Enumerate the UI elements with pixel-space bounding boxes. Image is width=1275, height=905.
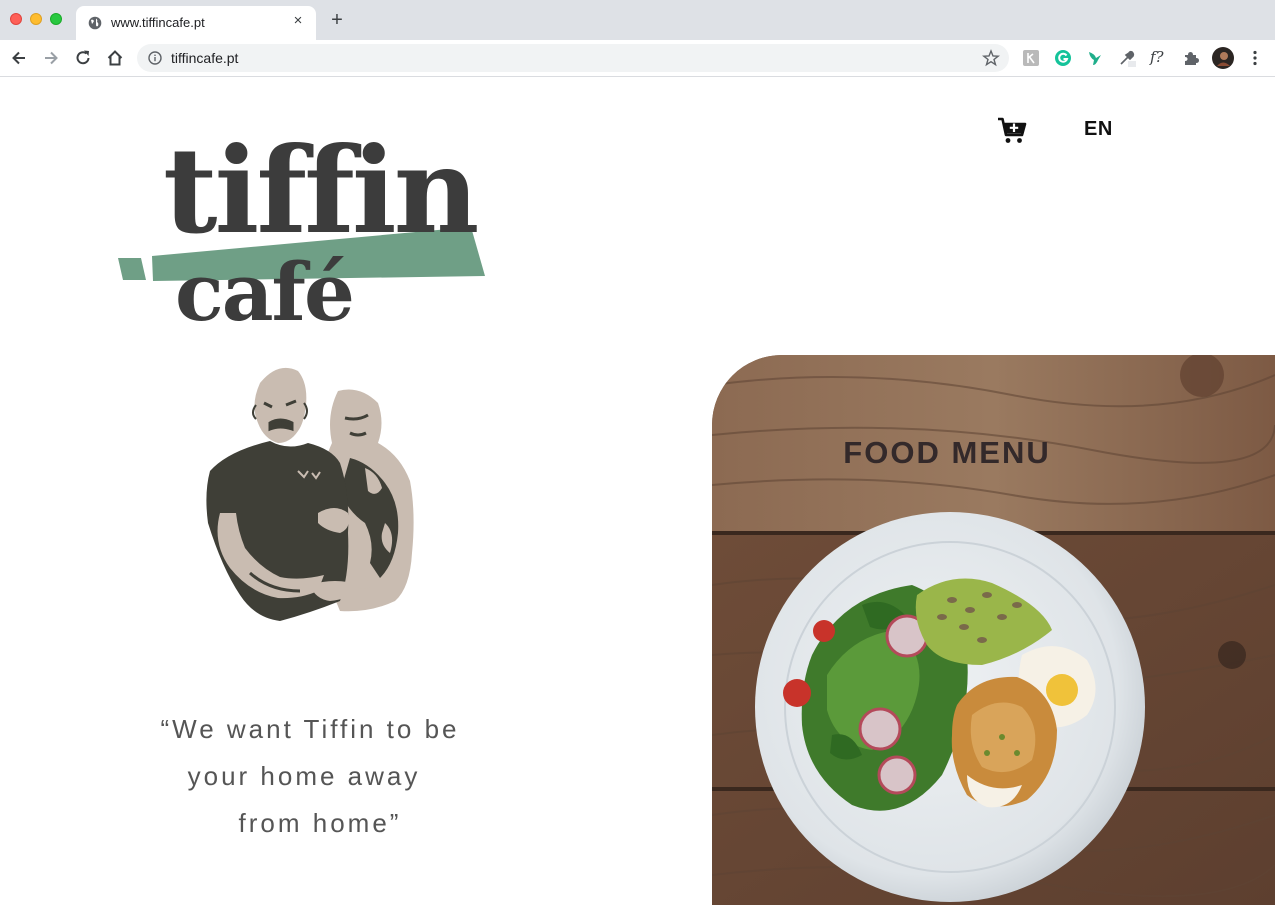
bookmark-star-icon[interactable] <box>982 49 1000 67</box>
eyedropper-icon[interactable] <box>1118 49 1136 67</box>
cart-add-icon[interactable] <box>997 115 1027 145</box>
forward-icon[interactable] <box>41 48 61 68</box>
tab-title: www.tiffincafe.pt <box>111 15 205 30</box>
browser-toolbar: tiffincafe.pt f? <box>0 40 1275 77</box>
back-icon[interactable] <box>9 48 29 68</box>
browser-tab-bar: www.tiffincafe.pt × + <box>0 0 1275 40</box>
language-selector[interactable]: EN <box>1084 118 1113 141</box>
address-bar[interactable]: tiffincafe.pt <box>137 44 1009 72</box>
new-tab-button[interactable]: + <box>328 10 346 30</box>
logo-text-tiffin: tiffin <box>163 121 479 260</box>
food-menu-card[interactable]: FOOD MENU <box>712 355 1275 905</box>
tiffin-cafe-logo[interactable]: tiffin café <box>115 132 495 350</box>
browser-tab[interactable]: www.tiffincafe.pt × <box>76 6 316 40</box>
quote-line-3: from home” <box>238 808 402 838</box>
profile-avatar[interactable] <box>1212 47 1234 69</box>
more-icon[interactable] <box>1246 49 1264 67</box>
quote-line-2: your home away <box>187 761 421 791</box>
puzzle-icon[interactable] <box>1182 49 1200 67</box>
grammarly-icon[interactable] <box>1054 49 1072 67</box>
reload-icon[interactable] <box>73 48 93 68</box>
tab-close-icon[interactable]: × <box>290 13 306 29</box>
close-window-button[interactable] <box>10 13 22 25</box>
tagline-quote: “We want Tiffin to be your home away fro… <box>100 706 520 847</box>
extension-icon[interactable] <box>1022 49 1040 67</box>
quote-line-1: “We want Tiffin to be <box>160 714 460 744</box>
web-page: EN tiffin café “We want Tiffin to be you… <box>0 78 1275 905</box>
food-menu-title: FOOD MENU <box>843 435 1051 470</box>
info-icon[interactable] <box>148 51 162 65</box>
minimize-window-button[interactable] <box>30 13 42 25</box>
logo-text-cafe: café <box>175 245 355 339</box>
bird-extension-icon[interactable] <box>1086 49 1104 67</box>
font-finder-icon[interactable]: f? <box>1150 48 1172 66</box>
maximize-window-button[interactable] <box>50 13 62 25</box>
owners-portrait-illustration <box>206 367 414 621</box>
url-text[interactable]: tiffincafe.pt <box>171 50 238 66</box>
home-icon[interactable] <box>105 48 125 68</box>
globe-icon <box>88 16 102 30</box>
